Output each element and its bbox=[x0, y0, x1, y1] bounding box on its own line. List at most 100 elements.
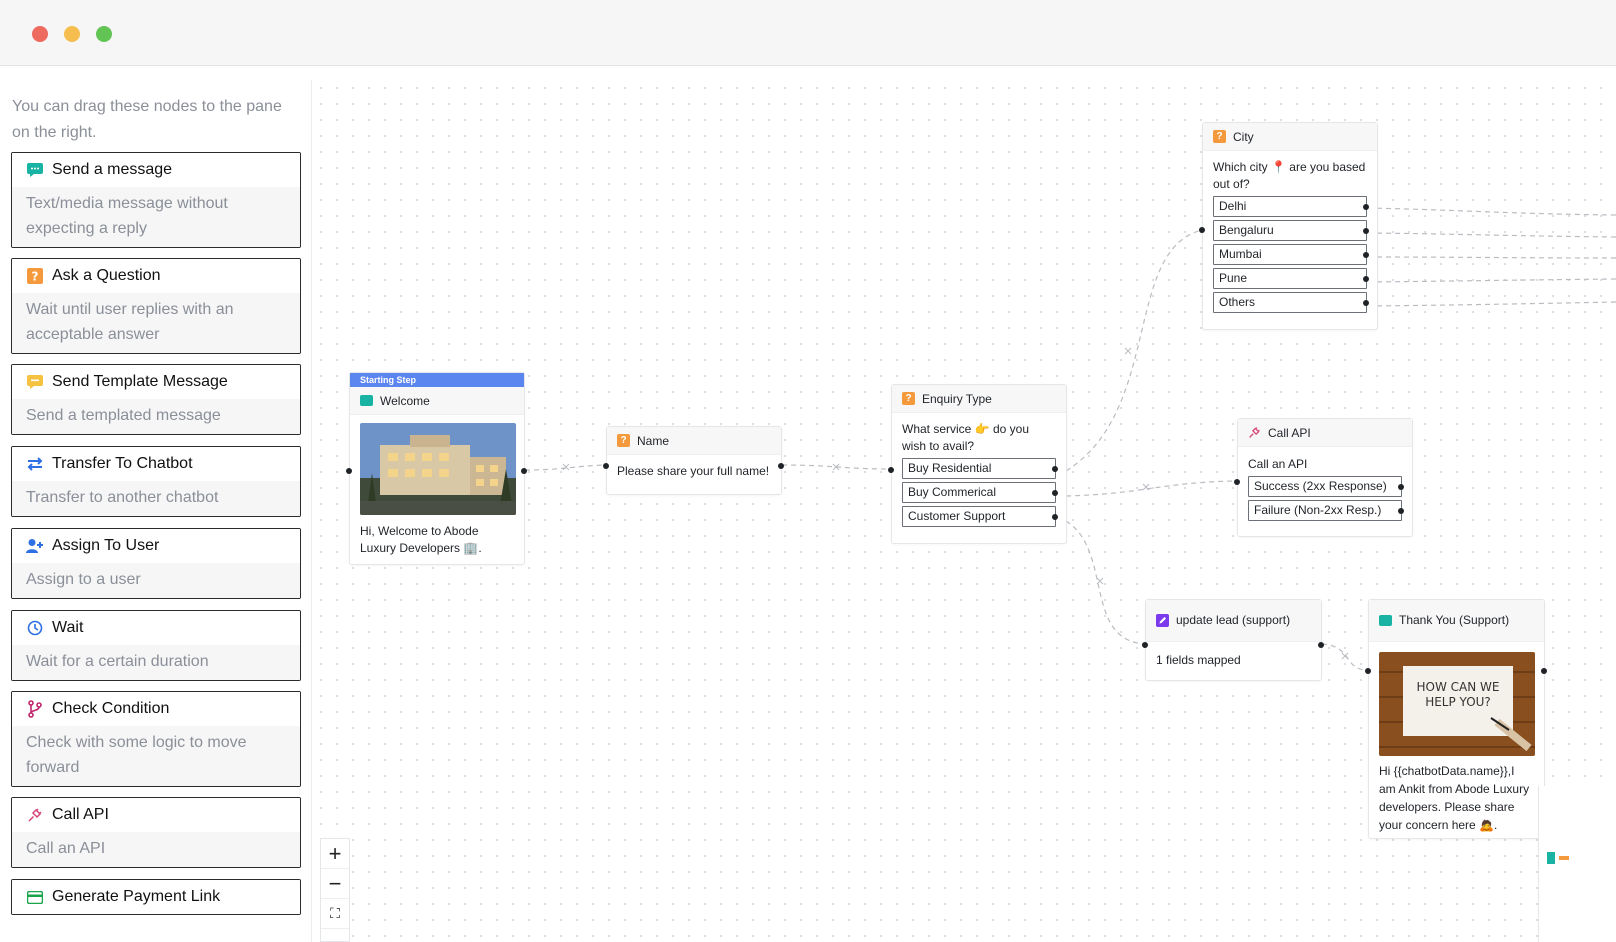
output-handle[interactable] bbox=[1363, 204, 1369, 210]
input-handle[interactable] bbox=[1142, 642, 1148, 648]
option-delhi[interactable]: Delhi bbox=[1213, 196, 1369, 217]
palette-item-title: Assign To User bbox=[52, 537, 160, 554]
palette-wait[interactable]: Wait Wait for a certain duration bbox=[11, 610, 301, 681]
zoom-in-button[interactable]: + bbox=[321, 839, 349, 869]
node-call-api[interactable]: Call API Call an API Success (2xx Respon… bbox=[1234, 418, 1413, 537]
node-message-text: Hi, Welcome to Abode Luxury Developers 🏢… bbox=[360, 524, 482, 555]
option-label: Mumbai bbox=[1219, 247, 1262, 261]
node-thank-you[interactable]: Thank You (Support) HOW CAN WE HELP YOU?… bbox=[1365, 599, 1547, 839]
option-failure[interactable]: Failure (Non-2xx Resp.) bbox=[1248, 500, 1404, 521]
node-name[interactable]: ? Name Please share your full name! bbox=[603, 426, 784, 495]
input-handle[interactable] bbox=[888, 467, 894, 473]
input-handle[interactable] bbox=[1199, 227, 1205, 233]
output-handle[interactable] bbox=[1398, 484, 1404, 490]
palette-generate-payment-link[interactable]: Generate Payment Link bbox=[11, 879, 301, 915]
node-title: City bbox=[1233, 129, 1254, 144]
input-handle[interactable] bbox=[603, 463, 609, 469]
flow-canvas[interactable]: Starting Step Welcome Hi, Welcome to Abo… bbox=[313, 80, 1616, 942]
option-buy-commercial[interactable]: Buy Commerical bbox=[902, 482, 1058, 503]
node-title: Thank You (Support) bbox=[1399, 613, 1510, 627]
palette-item-title: Send Template Message bbox=[52, 373, 228, 390]
node-update-lead[interactable]: update lead (support) 1 fields mapped bbox=[1142, 599, 1324, 681]
palette-item-desc: Assign to a user bbox=[12, 563, 300, 598]
palette-send-template[interactable]: Send Template Message Send a templated m… bbox=[11, 364, 301, 435]
node-enquiry-type[interactable]: ? Enquiry Type What service 👉 do you wis… bbox=[888, 384, 1067, 544]
palette-ask-question[interactable]: ? Ask a Question Wait until user replies… bbox=[11, 258, 301, 354]
edge-enquiry-callapi bbox=[1065, 480, 1238, 497]
option-label: Customer Support bbox=[908, 509, 1006, 523]
template-icon bbox=[26, 373, 44, 391]
input-handle[interactable] bbox=[1365, 668, 1371, 674]
output-handle[interactable] bbox=[521, 468, 527, 474]
input-handle[interactable] bbox=[346, 468, 352, 474]
output-handle[interactable] bbox=[1363, 228, 1369, 234]
output-handle[interactable] bbox=[1363, 252, 1369, 258]
output-handle[interactable] bbox=[1318, 642, 1324, 648]
option-success[interactable]: Success (2xx Response) bbox=[1248, 476, 1404, 497]
starting-step-badge: Starting Step bbox=[350, 373, 524, 387]
node-city[interactable]: ? City Which city 📍 are you based out of… bbox=[1199, 122, 1378, 330]
minimap[interactable] bbox=[1538, 786, 1616, 942]
palette-item-title: Call API bbox=[52, 806, 109, 823]
option-mumbai[interactable]: Mumbai bbox=[1213, 244, 1369, 265]
output-handle[interactable] bbox=[1363, 276, 1369, 282]
input-handle[interactable] bbox=[1234, 479, 1240, 485]
minimap-node bbox=[1559, 856, 1569, 860]
palette-item-title: Wait bbox=[52, 619, 84, 636]
help-image-text: HOW CAN WE HELP YOU? bbox=[1416, 680, 1500, 709]
node-message-text: Hi {{chatbotData.name}},I am Ankit from … bbox=[1379, 764, 1530, 832]
building-image bbox=[360, 423, 516, 515]
node-title: Enquiry Type bbox=[922, 391, 992, 406]
output-handle[interactable] bbox=[1363, 300, 1369, 306]
output-handle[interactable] bbox=[1398, 508, 1404, 514]
palette-item-desc: Call an API bbox=[12, 832, 300, 867]
option-label: Pune bbox=[1219, 271, 1248, 285]
option-customer-support[interactable]: Customer Support bbox=[902, 506, 1058, 527]
node-title: Call API bbox=[1268, 425, 1311, 440]
option-bengaluru[interactable]: Bengaluru bbox=[1213, 220, 1369, 241]
output-handle[interactable] bbox=[1052, 466, 1058, 472]
output-handle[interactable] bbox=[1052, 514, 1058, 520]
node-message-text: Which city 📍 are you based out of? bbox=[1213, 160, 1366, 191]
window-titlebar bbox=[0, 0, 1616, 66]
zoom-out-button[interactable]: − bbox=[321, 869, 349, 899]
option-label: Success (2xx Response) bbox=[1254, 479, 1387, 493]
minimize-window-button[interactable] bbox=[64, 26, 80, 42]
palette-item-desc: Check with some logic to move forward bbox=[12, 726, 300, 786]
plug-icon bbox=[26, 806, 44, 824]
palette-item-desc: Text/media message without expecting a r… bbox=[12, 187, 300, 247]
output-handle[interactable] bbox=[1052, 490, 1058, 496]
option-others[interactable]: Others bbox=[1213, 292, 1369, 313]
question-icon: ? bbox=[26, 267, 44, 285]
option-pune[interactable]: Pune bbox=[1213, 268, 1369, 289]
node-message-text: Please share your full name! bbox=[617, 464, 770, 478]
minimap-node bbox=[1547, 852, 1555, 864]
output-handle[interactable] bbox=[778, 463, 784, 469]
output-handle[interactable] bbox=[1541, 668, 1547, 674]
svg-text:?: ? bbox=[32, 270, 39, 284]
node-message-text: Call an API bbox=[1248, 457, 1308, 471]
plug-icon bbox=[1248, 426, 1261, 439]
palette-item-title: Generate Payment Link bbox=[52, 888, 221, 905]
option-label: Others bbox=[1219, 295, 1256, 309]
close-window-button[interactable] bbox=[32, 26, 48, 42]
palette-item-title: Send a message bbox=[52, 161, 173, 178]
palette-assign-user[interactable]: Assign To User Assign to a user bbox=[11, 528, 301, 599]
message-icon bbox=[1379, 614, 1392, 627]
node-title: update lead (support) bbox=[1176, 613, 1291, 627]
palette-transfer-chatbot[interactable]: Transfer To Chatbot Transfer to another … bbox=[11, 446, 301, 517]
node-message-text: 1 fields mapped bbox=[1156, 653, 1241, 667]
clock-icon bbox=[26, 619, 44, 637]
node-welcome[interactable]: Starting Step Welcome Hi, Welcome to Abo… bbox=[346, 372, 527, 565]
palette-send-message[interactable]: Send a message Text/media message withou… bbox=[11, 152, 301, 248]
question-icon: ? bbox=[902, 392, 915, 405]
sidebar-hint: You can drag these nodes to the pane on … bbox=[12, 98, 282, 141]
fit-view-button[interactable]: ⛶ bbox=[321, 899, 349, 929]
palette-check-condition[interactable]: Check Condition Check with some logic to… bbox=[11, 691, 301, 787]
message-icon bbox=[360, 394, 373, 407]
option-buy-residential[interactable]: Buy Residential bbox=[902, 458, 1058, 479]
maximize-window-button[interactable] bbox=[96, 26, 112, 42]
edit-icon bbox=[1156, 614, 1169, 627]
palette-call-api[interactable]: Call API Call an API bbox=[11, 797, 301, 868]
edge-enquiry-update bbox=[1065, 520, 1146, 645]
